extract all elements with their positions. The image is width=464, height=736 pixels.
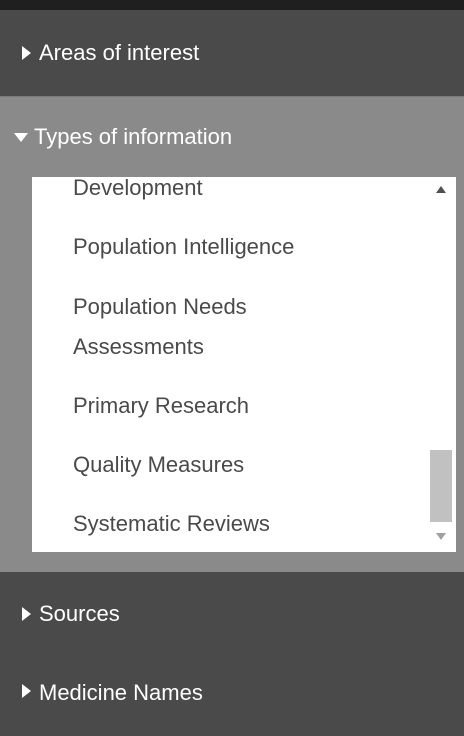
section-types-of-information[interactable]: Types of information — [0, 97, 464, 177]
list-item[interactable]: Assessments — [73, 331, 204, 363]
section-label: Areas of interest — [39, 40, 200, 65]
list-item[interactable]: Development — [73, 177, 203, 204]
scroll-thumb[interactable] — [430, 450, 452, 522]
triangle-down-icon — [14, 132, 28, 142]
section-label: Types of information — [34, 124, 233, 149]
top-bar — [0, 0, 464, 10]
section-label: Sources — [39, 601, 120, 626]
triangle-right-icon — [22, 684, 31, 698]
list-item[interactable]: Population Needs — [73, 291, 247, 323]
types-list[interactable]: Development Population Intelligence Popu… — [32, 177, 456, 552]
list-item[interactable]: Systematic Reviews — [73, 508, 270, 540]
scroll-down-icon[interactable] — [436, 533, 446, 540]
section-medicine-names[interactable]: Medicine Names — [0, 656, 464, 736]
section-label: Medicine Names — [39, 680, 203, 705]
list-item[interactable]: Population Intelligence — [73, 231, 294, 263]
triangle-right-icon — [22, 607, 31, 621]
list-item[interactable]: Primary Research — [73, 390, 249, 422]
section-areas-of-interest[interactable]: Areas of interest — [0, 10, 464, 96]
section-sources[interactable]: Sources — [0, 572, 464, 656]
list-item[interactable]: Quality Measures — [73, 449, 244, 481]
triangle-right-icon — [22, 46, 31, 60]
scroll-up-icon[interactable] — [436, 186, 446, 193]
list-scrollbar[interactable] — [426, 178, 456, 551]
